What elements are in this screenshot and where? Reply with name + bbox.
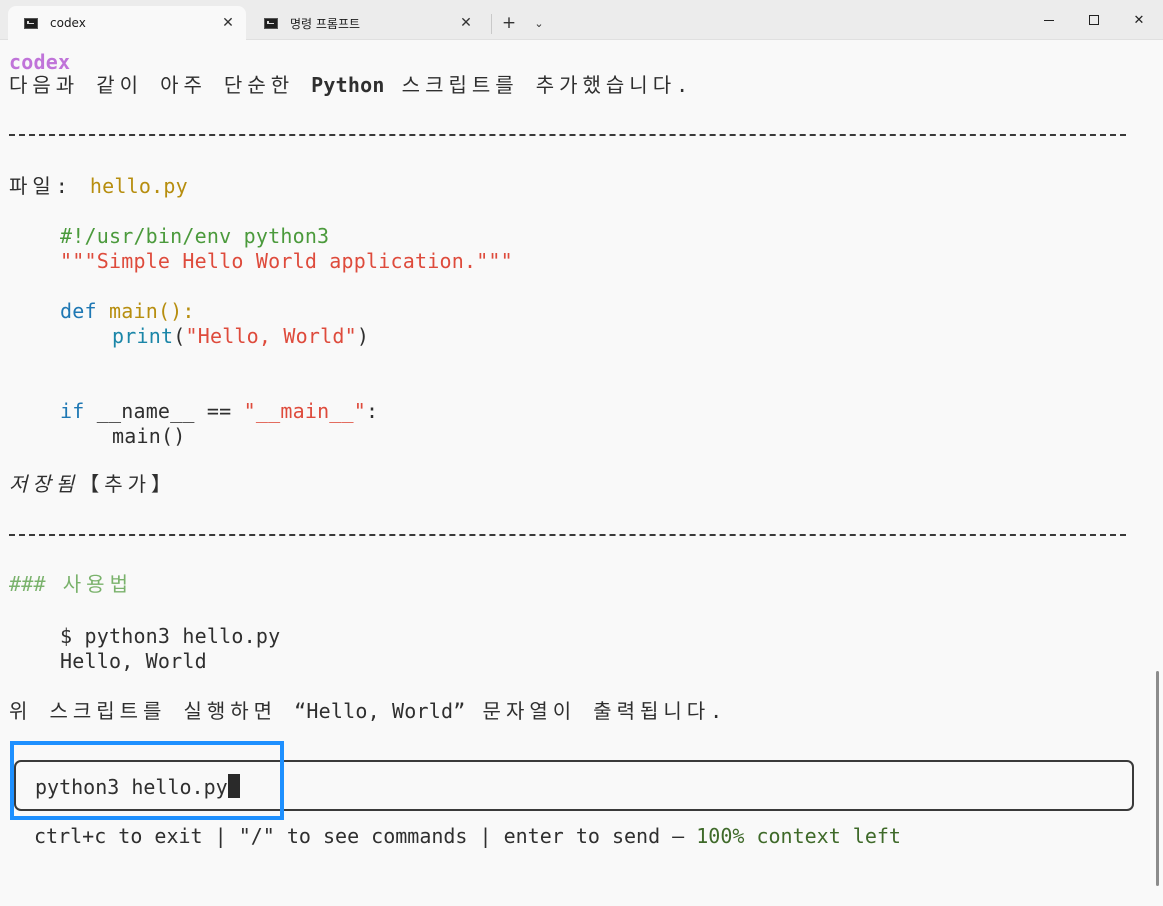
tab-command-prompt[interactable]: 명령 프롬프트 ✕ (248, 6, 484, 40)
divider (9, 534, 1126, 536)
text-cursor (227, 774, 240, 798)
saved-line: 저장됨【추가】 (9, 472, 177, 496)
close-tab-icon[interactable]: ✕ (458, 15, 474, 31)
result-line: 위 스크립트를 실행하면 “Hello, World” 문자열이 출력됩니다. (9, 699, 728, 723)
new-tab-button[interactable]: + (494, 10, 524, 36)
terminal-icon (24, 17, 38, 29)
code-main-call: main() (112, 424, 186, 448)
context-status: 100% context left (696, 824, 901, 848)
minimize-button[interactable] (1026, 0, 1072, 40)
divider (9, 134, 1126, 136)
scrollbar[interactable] (1156, 671, 1159, 886)
tab-label: 명령 프롬프트 (290, 16, 361, 31)
tab-label: codex (50, 16, 86, 30)
code-docstring: """Simple Hello World application.""" (60, 249, 513, 273)
usage-output: Hello, World (60, 649, 207, 673)
prompt-input[interactable]: python3 hello.py (14, 760, 1134, 811)
tab-separator (491, 14, 492, 34)
maximize-icon (1089, 15, 1099, 25)
code-if: if __name__ == "__main__": (60, 399, 379, 423)
usage-command: $ python3 hello.py (60, 624, 281, 648)
title-bar: codex ✕ 명령 프롬프트 ✕ + ⌄ ✕ (0, 0, 1163, 40)
tab-dropdown-button[interactable]: ⌄ (524, 10, 554, 36)
code-shebang: #!/usr/bin/env python3 (60, 224, 330, 248)
code-print: print("Hello, World") (112, 324, 370, 348)
speaker-label: codex (9, 50, 71, 74)
code-def: def main(): (60, 299, 195, 323)
footer-hint: ctrl+c to exit | "/" to see commands | e… (34, 824, 901, 848)
close-tab-icon[interactable]: ✕ (220, 15, 236, 31)
maximize-button[interactable] (1071, 0, 1117, 40)
file-name: hello.py (89, 174, 188, 198)
minimize-icon (1044, 19, 1054, 21)
tab-codex[interactable]: codex ✕ (8, 6, 246, 40)
file-line: 파일: hello.py (9, 174, 188, 198)
terminal-icon (264, 17, 278, 29)
close-window-button[interactable]: ✕ (1116, 0, 1162, 40)
prompt-input-text[interactable]: python3 hello.py (35, 774, 240, 800)
usage-heading: ### 사용법 (9, 572, 133, 596)
intro-line: 다음과 같이 아주 단순한 Python 스크립트를 추가했습니다. (9, 73, 694, 97)
